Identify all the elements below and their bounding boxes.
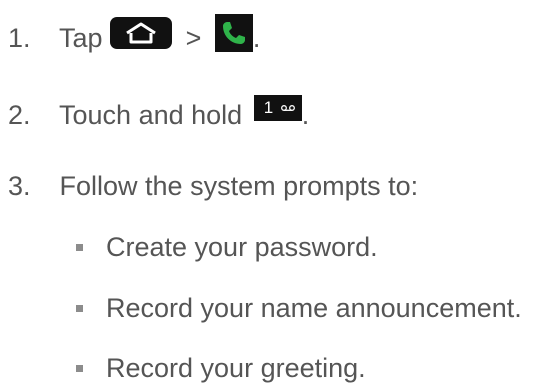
step-text: Touch and hold [59,100,243,130]
bullet-marker [76,365,83,372]
step-2: 2. Touch and hold 1 . [0,94,310,133]
step-text: Follow the system prompts to: [59,171,419,201]
step-text: Tap [59,23,103,53]
bullet-marker [76,244,83,251]
list-item-text: Record your name announcement. [106,293,522,323]
list-item: Create your password. [0,229,559,265]
step-separator: > [185,23,202,53]
step-1: 1. Tap > . [0,13,261,56]
list-item: Record your greeting. [0,350,559,386]
bullet-marker [76,305,83,312]
step-number: 2. [8,100,31,130]
phone-icon [214,13,253,52]
step-3: 3. Follow the system prompts to: [0,168,418,204]
step-end: . [301,100,310,130]
key-digit: 1 [263,97,274,117]
step-number: 1. [8,23,31,53]
key-1-voicemail: 1 [253,94,302,121]
list-item-text: Create your password. [106,232,378,262]
step-number: 3. [8,171,31,201]
step-end: . [252,23,261,53]
list-item: Record your name announcement. [0,290,559,326]
home-icon [110,16,173,49]
list-item-text: Record your greeting. [106,353,366,383]
voicemail-icon [280,104,295,111]
